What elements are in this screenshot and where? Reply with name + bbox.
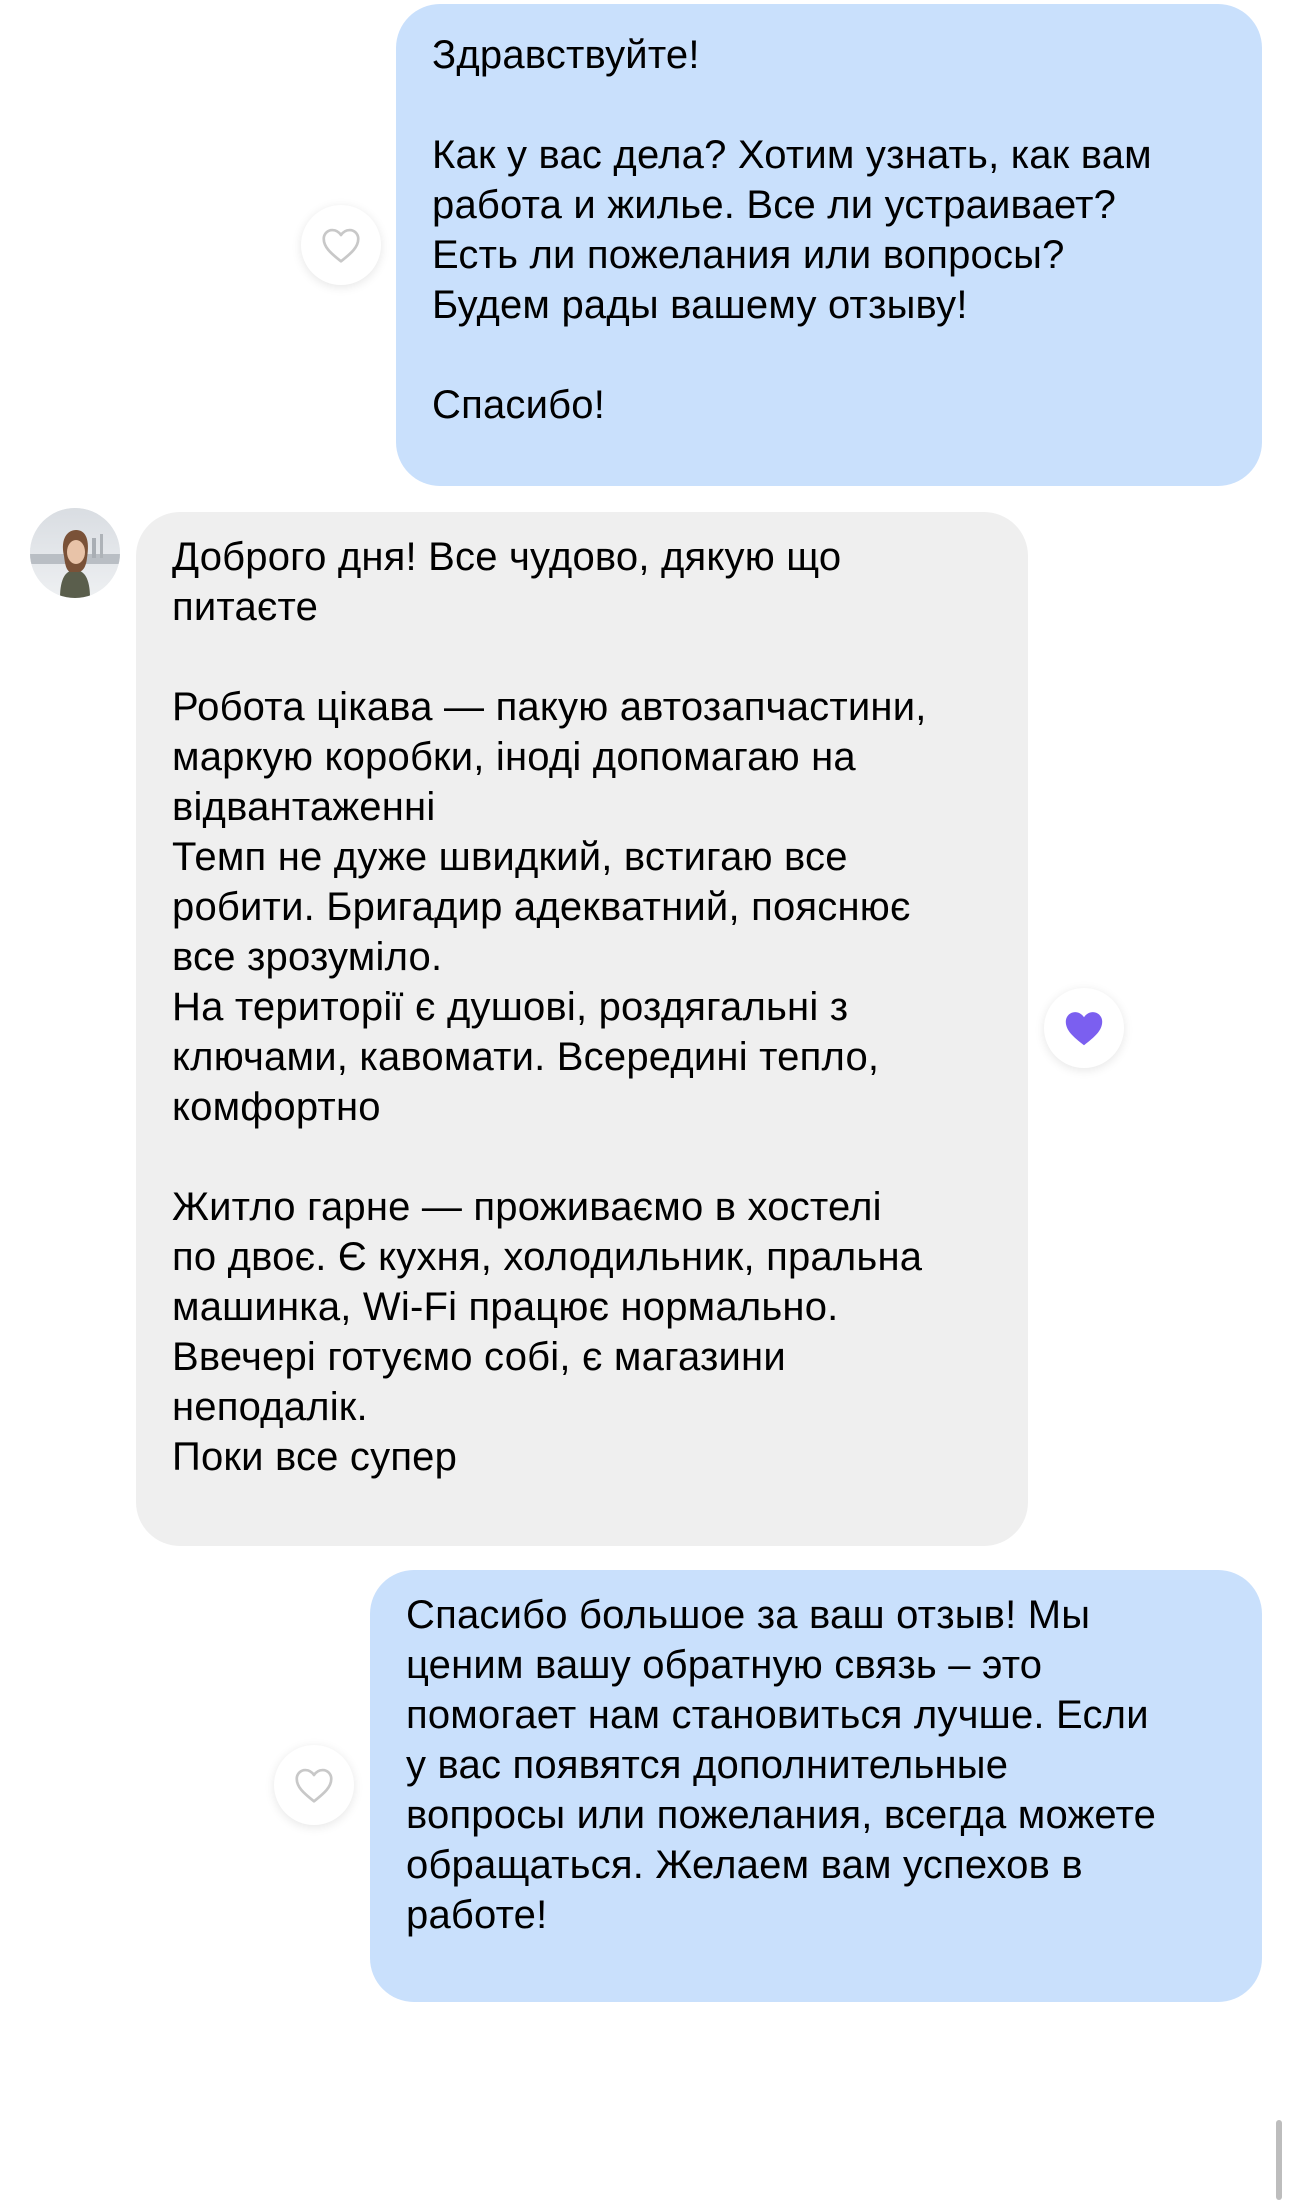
- scrollbar[interactable]: [1276, 2120, 1282, 2200]
- heart-outline-icon: [322, 228, 360, 263]
- heart-filled-icon: [1065, 1012, 1103, 1046]
- outgoing-message-bubble[interactable]: Здравствуйте! Как у вас дела? Хотим узна…: [396, 4, 1262, 486]
- avatar-photo: [30, 508, 120, 598]
- heart-outline-icon: [295, 1768, 333, 1803]
- message-text: Спасибо большое за ваш отзыв! Мы ценим в…: [406, 1593, 1157, 1937]
- message-text: Здравствуйте!: [432, 33, 700, 77]
- message-text: Житло гарне — проживаємо в хостелі по дв…: [172, 1185, 923, 1479]
- like-button[interactable]: [301, 205, 381, 285]
- message-text: Доброго дня! Все чудово, дякую що питаєт…: [172, 535, 842, 629]
- message-text: Как у вас дела? Хотим узнать, как вам ра…: [432, 133, 1152, 327]
- message-text: Робота цікава — пакую автозапчастини, ма…: [172, 685, 927, 1129]
- message-text: Спасибо!: [432, 383, 606, 427]
- avatar[interactable]: [30, 508, 120, 598]
- like-button[interactable]: [1044, 988, 1124, 1068]
- incoming-message-bubble[interactable]: Доброго дня! Все чудово, дякую що питаєт…: [136, 512, 1028, 1546]
- like-button[interactable]: [274, 1745, 354, 1825]
- outgoing-message-bubble[interactable]: Спасибо большое за ваш отзыв! Мы ценим в…: [370, 1570, 1262, 2002]
